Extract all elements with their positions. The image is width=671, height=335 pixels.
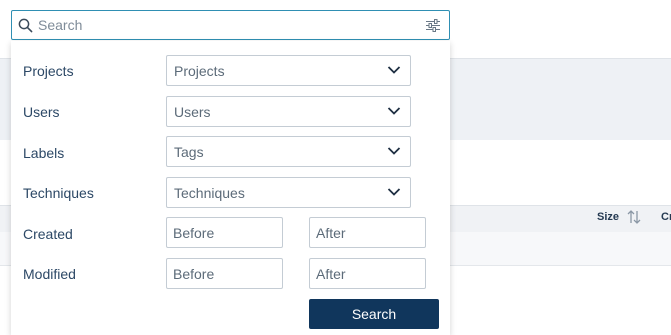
sliders-icon[interactable] bbox=[426, 19, 440, 32]
created-before-field[interactable] bbox=[166, 217, 283, 248]
created-after-input[interactable] bbox=[316, 224, 416, 242]
modified-label: Modified bbox=[23, 266, 76, 282]
users-label: Users bbox=[23, 104, 60, 120]
chevron-down-icon bbox=[387, 107, 401, 115]
search-icon bbox=[18, 18, 33, 33]
search-bar[interactable] bbox=[11, 10, 450, 40]
created-label: Created bbox=[23, 226, 73, 242]
labels-select[interactable]: Tags bbox=[166, 136, 411, 167]
advanced-search-dropdown: Projects Projects Users Users Labels Tag… bbox=[11, 41, 450, 335]
search-input[interactable] bbox=[38, 14, 418, 36]
techniques-label: Techniques bbox=[23, 185, 94, 201]
modified-after-field[interactable] bbox=[309, 258, 426, 289]
projects-select[interactable]: Projects bbox=[166, 55, 411, 86]
column-header-created[interactable]: Cr bbox=[661, 211, 671, 223]
modified-after-input[interactable] bbox=[316, 265, 416, 283]
labels-select-value: Tags bbox=[174, 144, 204, 160]
modified-before-input[interactable] bbox=[173, 265, 273, 283]
modified-before-field[interactable] bbox=[166, 258, 283, 289]
column-header-size[interactable]: Size bbox=[597, 211, 619, 223]
sort-icon[interactable] bbox=[626, 208, 642, 226]
users-select[interactable]: Users bbox=[166, 96, 411, 127]
techniques-select[interactable]: Techniques bbox=[166, 177, 411, 208]
users-select-value: Users bbox=[174, 104, 211, 120]
projects-select-value: Projects bbox=[174, 63, 225, 79]
techniques-select-value: Techniques bbox=[174, 185, 245, 201]
created-before-input[interactable] bbox=[173, 224, 273, 242]
created-after-field[interactable] bbox=[309, 217, 426, 248]
chevron-down-icon bbox=[387, 66, 401, 74]
chevron-down-icon bbox=[387, 147, 401, 155]
labels-label: Labels bbox=[23, 145, 65, 161]
chevron-down-icon bbox=[387, 188, 401, 196]
projects-label: Projects bbox=[23, 63, 74, 79]
search-submit-button[interactable]: Search bbox=[309, 299, 439, 329]
